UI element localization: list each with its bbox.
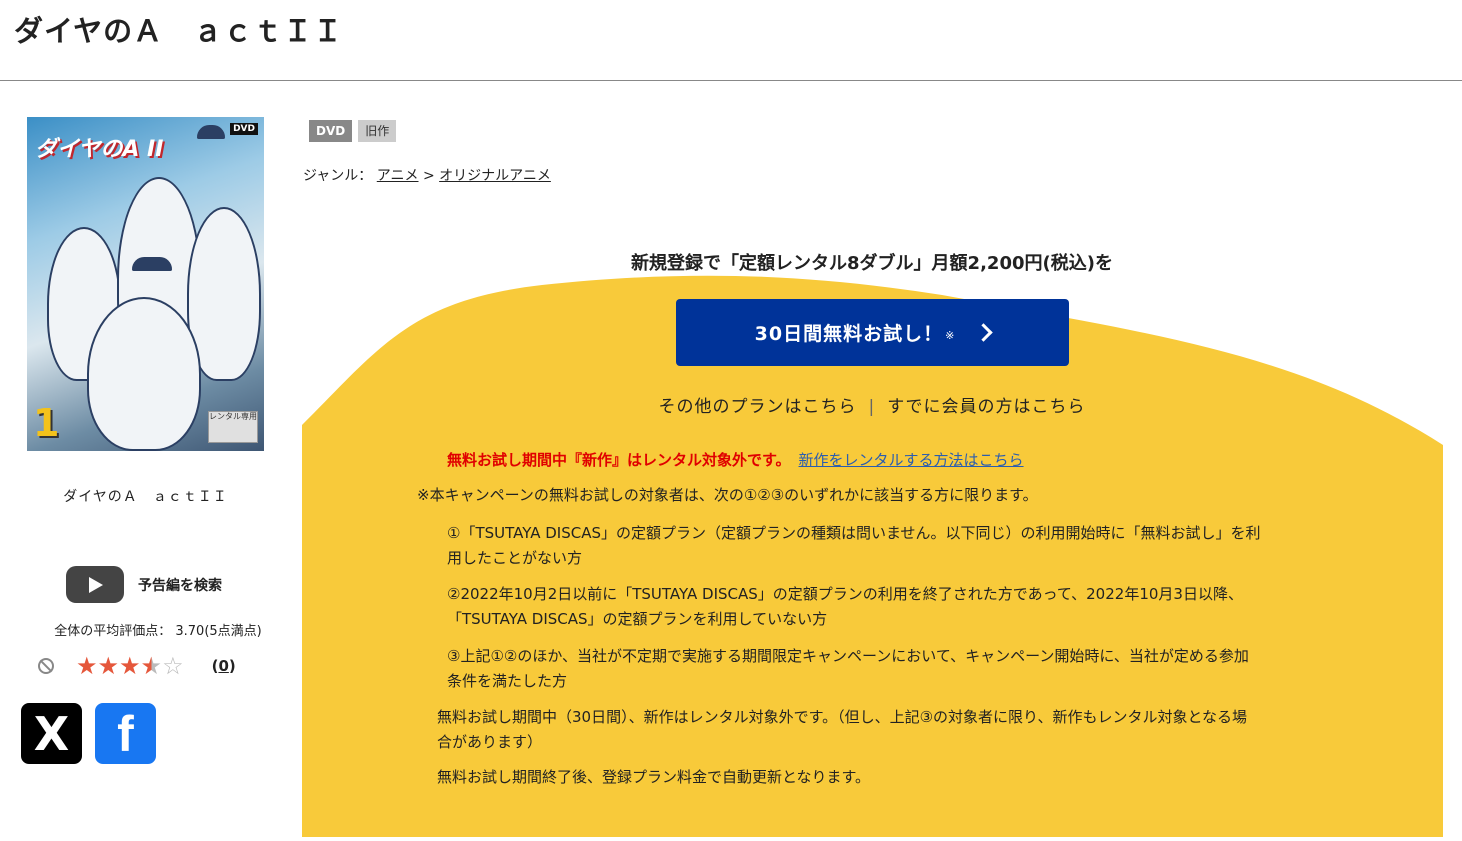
member-login-link[interactable]: すでに会員の方はこちら xyxy=(887,397,1085,417)
average-rating: 全体の平均評価点： 3.70(5点満点) xyxy=(54,624,262,639)
auto-renewal-note: 無料お試し期間終了後、登録プラン料金で自動更新となります。 xyxy=(437,768,871,786)
free-trial-label: 30日間無料お試し！ xyxy=(754,323,944,345)
page-title: ダイヤのＡ ａｃｔＩＩ xyxy=(14,14,344,48)
facebook-share-button[interactable]: f xyxy=(95,703,156,764)
condition-2-line-2: 「TSUTAYA DISCAS」の定額プランを利用していない方 xyxy=(447,610,828,628)
star-icon: ★ xyxy=(119,652,141,680)
free-trial-button[interactable]: 30日間無料お試し！ ※ xyxy=(676,299,1069,366)
free-trial-note-mark: ※ xyxy=(945,329,956,342)
trailer-label: 予告編を検索 xyxy=(138,577,222,594)
plan-links-separator: | xyxy=(868,397,876,417)
cover-image[interactable]: ダイヤのA II DVD 1 レンタル専用 xyxy=(27,117,264,451)
tag-dvd: DVD xyxy=(309,120,353,142)
condition-3-line-1: ③上記①②のほか、当社が不定期で実施する期間限定キャンペーンにおいて、キャンペー… xyxy=(447,647,1249,665)
review-count: (0) xyxy=(211,657,236,675)
header-divider xyxy=(0,80,1462,81)
condition-3-line-2: 条件を満たした方 xyxy=(447,672,568,690)
review-count-link[interactable]: 0 xyxy=(218,657,228,675)
campaign-intro: ※本キャンペーンの無料お試しの対象者は、次の①②③のいずれかに該当する方に限りま… xyxy=(417,486,1038,504)
cover-volume: 1 xyxy=(33,401,60,445)
format-tags: DVD 旧作 xyxy=(309,120,397,142)
trial-period-note: 無料お試し期間中（30日間）、新作はレンタル対象外です。（但し、上記③の対象者に… xyxy=(437,705,1247,755)
genre-separator: > xyxy=(422,168,435,184)
how-to-rent-new-link[interactable]: 新作をレンタルする方法はこちら xyxy=(799,451,1024,469)
cover-logo: ダイヤのA II xyxy=(35,137,164,162)
cover-dvd-tag: DVD xyxy=(230,123,258,135)
plan-links: その他のプランはこちら | すでに会員の方はこちら xyxy=(302,392,1442,417)
x-share-button[interactable]: X xyxy=(21,703,82,764)
condition-1-line-1: ①「TSUTAYA DISCAS」の定額プラン（定額プランの種類は問いません。以… xyxy=(447,524,1261,542)
trial-period-line-2: 合があります） xyxy=(437,733,543,751)
star-icon: ★ xyxy=(76,652,98,680)
cover-cap xyxy=(197,125,225,139)
trial-period-line-1: 無料お試し期間中（30日間）、新作はレンタル対象外です。（但し、上記③の対象者に… xyxy=(437,708,1247,726)
rating-row: ★ ★ ★ ★ ☆ (0) xyxy=(38,654,236,678)
star-half-icon: ★ xyxy=(140,652,163,680)
condition-1-line-2: 用したことがない方 xyxy=(447,549,583,567)
tag-old-release: 旧作 xyxy=(358,120,397,142)
condition-2: ②2022年10月2日以前に「TSUTAYA DISCAS」の定額プランの利用を… xyxy=(447,582,1243,632)
cover-figure xyxy=(87,297,201,451)
x-icon: X xyxy=(33,706,70,761)
genre-link-anime[interactable]: アニメ xyxy=(377,168,419,184)
other-plans-link[interactable]: その他のプランはこちら xyxy=(659,397,857,417)
chevron-right-icon xyxy=(974,323,994,342)
genre-link-original-anime[interactable]: オリジナルアニメ xyxy=(439,168,551,184)
no-rating-icon[interactable] xyxy=(38,658,54,674)
cover-rental-badge: レンタル専用 xyxy=(208,411,258,443)
warning-text: 無料お試し期間中『新作』はレンタル対象外です。 xyxy=(447,451,791,469)
star-empty-icon: ☆ xyxy=(162,652,184,680)
cover-cap xyxy=(132,257,172,271)
promo-headline: 新規登録で「定額レンタル8ダブル」月額2,200円(税込)を xyxy=(631,253,1113,274)
new-release-warning: 無料お試し期間中『新作』はレンタル対象外です。 新作をレンタルする方法はこちら xyxy=(447,449,1024,470)
youtube-icon xyxy=(66,566,124,603)
condition-3: ③上記①②のほか、当社が不定期で実施する期間限定キャンペーンにおいて、キャンペー… xyxy=(447,644,1249,694)
trailer-search-button[interactable]: 予告編を検索 xyxy=(66,566,222,603)
genre-breadcrumb: ジャンル： アニメ > オリジナルアニメ xyxy=(303,165,551,185)
genre-label: ジャンル： xyxy=(303,168,373,184)
star-rating: ★ ★ ★ ★ ☆ xyxy=(76,654,184,678)
star-icon: ★ xyxy=(97,652,120,680)
condition-1: ①「TSUTAYA DISCAS」の定額プラン（定額プランの種類は問いません。以… xyxy=(447,521,1261,571)
item-caption: ダイヤのＡ ａｃｔＩＩ xyxy=(63,489,228,505)
condition-2-line-1: ②2022年10月2日以前に「TSUTAYA DISCAS」の定額プランの利用を… xyxy=(447,585,1243,603)
facebook-icon: f xyxy=(117,705,134,762)
